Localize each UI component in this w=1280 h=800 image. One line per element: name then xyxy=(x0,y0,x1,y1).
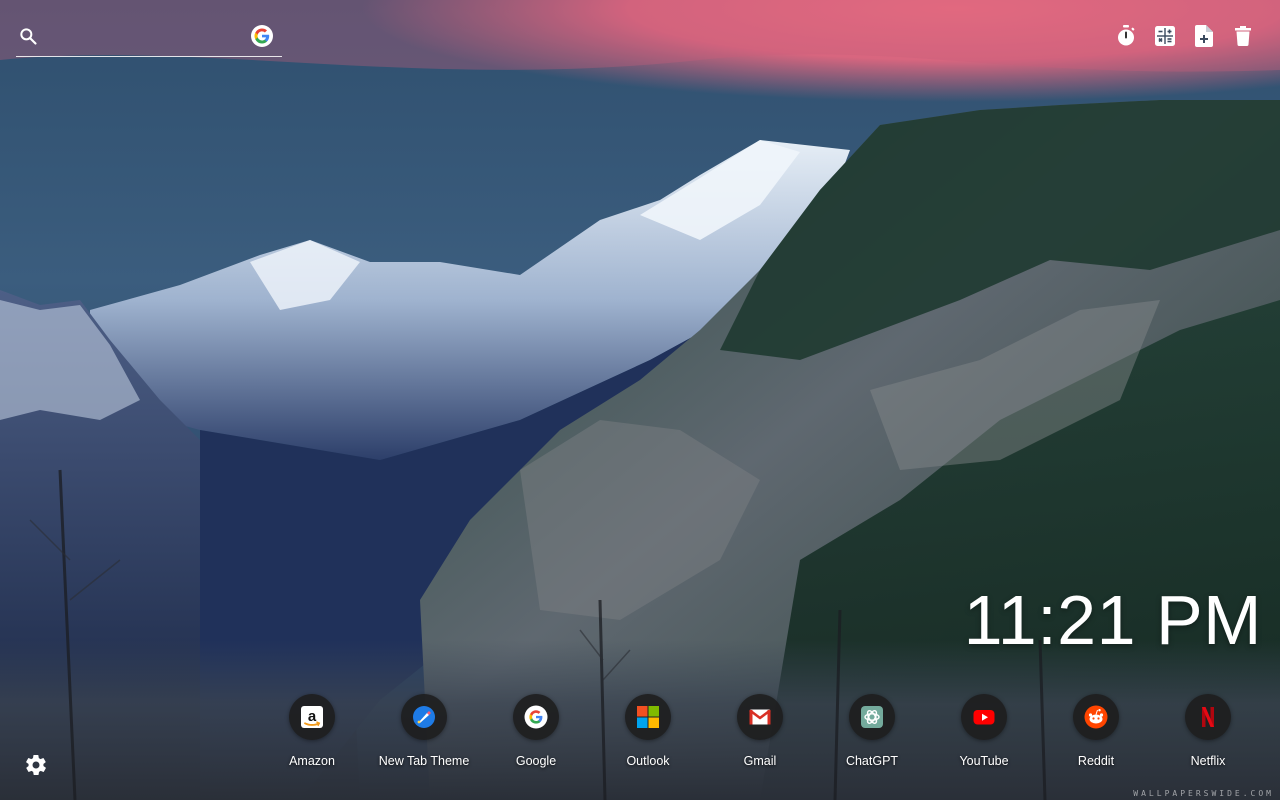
gmail-icon xyxy=(749,709,771,725)
shortcut-tile[interactable] xyxy=(961,694,1007,740)
search-engine-button[interactable] xyxy=(251,25,273,47)
google-icon xyxy=(524,705,548,729)
wallpaper-credit: WALLPAPERSWIDE.COM xyxy=(1133,789,1274,798)
shortcut-tile[interactable] xyxy=(513,694,559,740)
shortcut-label: Reddit xyxy=(1077,754,1115,768)
shortcut-tile[interactable] xyxy=(737,694,783,740)
shortcut-netflix[interactable]: Netflix xyxy=(1152,694,1264,768)
new-tab-theme-icon xyxy=(413,706,435,728)
shortcut-tile[interactable]: a xyxy=(289,694,335,740)
calculator-icon xyxy=(1155,26,1175,46)
shortcut-label: New Tab Theme xyxy=(378,754,470,768)
netflix-icon xyxy=(1202,707,1214,727)
amazon-icon: a xyxy=(301,706,323,728)
shortcut-google[interactable]: Google xyxy=(480,694,592,768)
shortcut-tile[interactable] xyxy=(625,694,671,740)
background-wallpaper xyxy=(0,0,1280,800)
add-note-icon xyxy=(1195,25,1213,47)
shortcuts-bar: a Amazon New Tab Theme Google Outlook Gm… xyxy=(256,694,1264,768)
shortcut-label: Gmail xyxy=(743,754,777,768)
shortcut-label: Google xyxy=(515,754,557,768)
shortcut-tile[interactable] xyxy=(1073,694,1119,740)
new-tab-page: 11:21 PM a Amazon New Tab Theme Google O… xyxy=(0,0,1280,800)
shortcut-reddit[interactable]: Reddit xyxy=(1040,694,1152,768)
shortcut-new-tab-theme[interactable]: New Tab Theme xyxy=(368,694,480,768)
microsoft-icon xyxy=(637,706,659,728)
shortcut-tile[interactable] xyxy=(401,694,447,740)
shortcut-chatgpt[interactable]: ChatGPT xyxy=(816,694,928,768)
trash-button[interactable] xyxy=(1232,25,1254,47)
shortcut-label: YouTube xyxy=(959,754,1009,768)
youtube-icon xyxy=(973,710,995,725)
timer-button[interactable] xyxy=(1115,25,1137,47)
shortcut-tile[interactable] xyxy=(849,694,895,740)
toolbar xyxy=(1115,25,1254,47)
shortcut-label: Amazon xyxy=(289,754,335,768)
google-icon xyxy=(254,28,270,44)
shortcut-amazon[interactable]: a Amazon xyxy=(256,694,368,768)
timer-icon xyxy=(1118,25,1135,46)
chatgpt-icon xyxy=(861,706,883,728)
gear-icon[interactable] xyxy=(24,753,48,777)
shortcut-label: Outlook xyxy=(626,754,670,768)
shortcut-outlook[interactable]: Outlook xyxy=(592,694,704,768)
shortcut-youtube[interactable]: YouTube xyxy=(928,694,1040,768)
trash-icon xyxy=(1235,26,1251,46)
shortcut-tile[interactable] xyxy=(1185,694,1231,740)
shortcut-label: ChatGPT xyxy=(845,754,899,768)
svg-text:a: a xyxy=(308,708,317,725)
shortcut-gmail[interactable]: Gmail xyxy=(704,694,816,768)
search-icon[interactable] xyxy=(18,26,38,46)
shortcut-label: Netflix xyxy=(1190,754,1226,768)
calculator-button[interactable] xyxy=(1154,25,1176,47)
search-input[interactable] xyxy=(50,24,244,50)
clock-time: 11:21 PM xyxy=(963,581,1262,659)
search-bar xyxy=(16,18,282,57)
reddit-icon xyxy=(1084,705,1108,729)
add-note-button[interactable] xyxy=(1193,25,1215,47)
